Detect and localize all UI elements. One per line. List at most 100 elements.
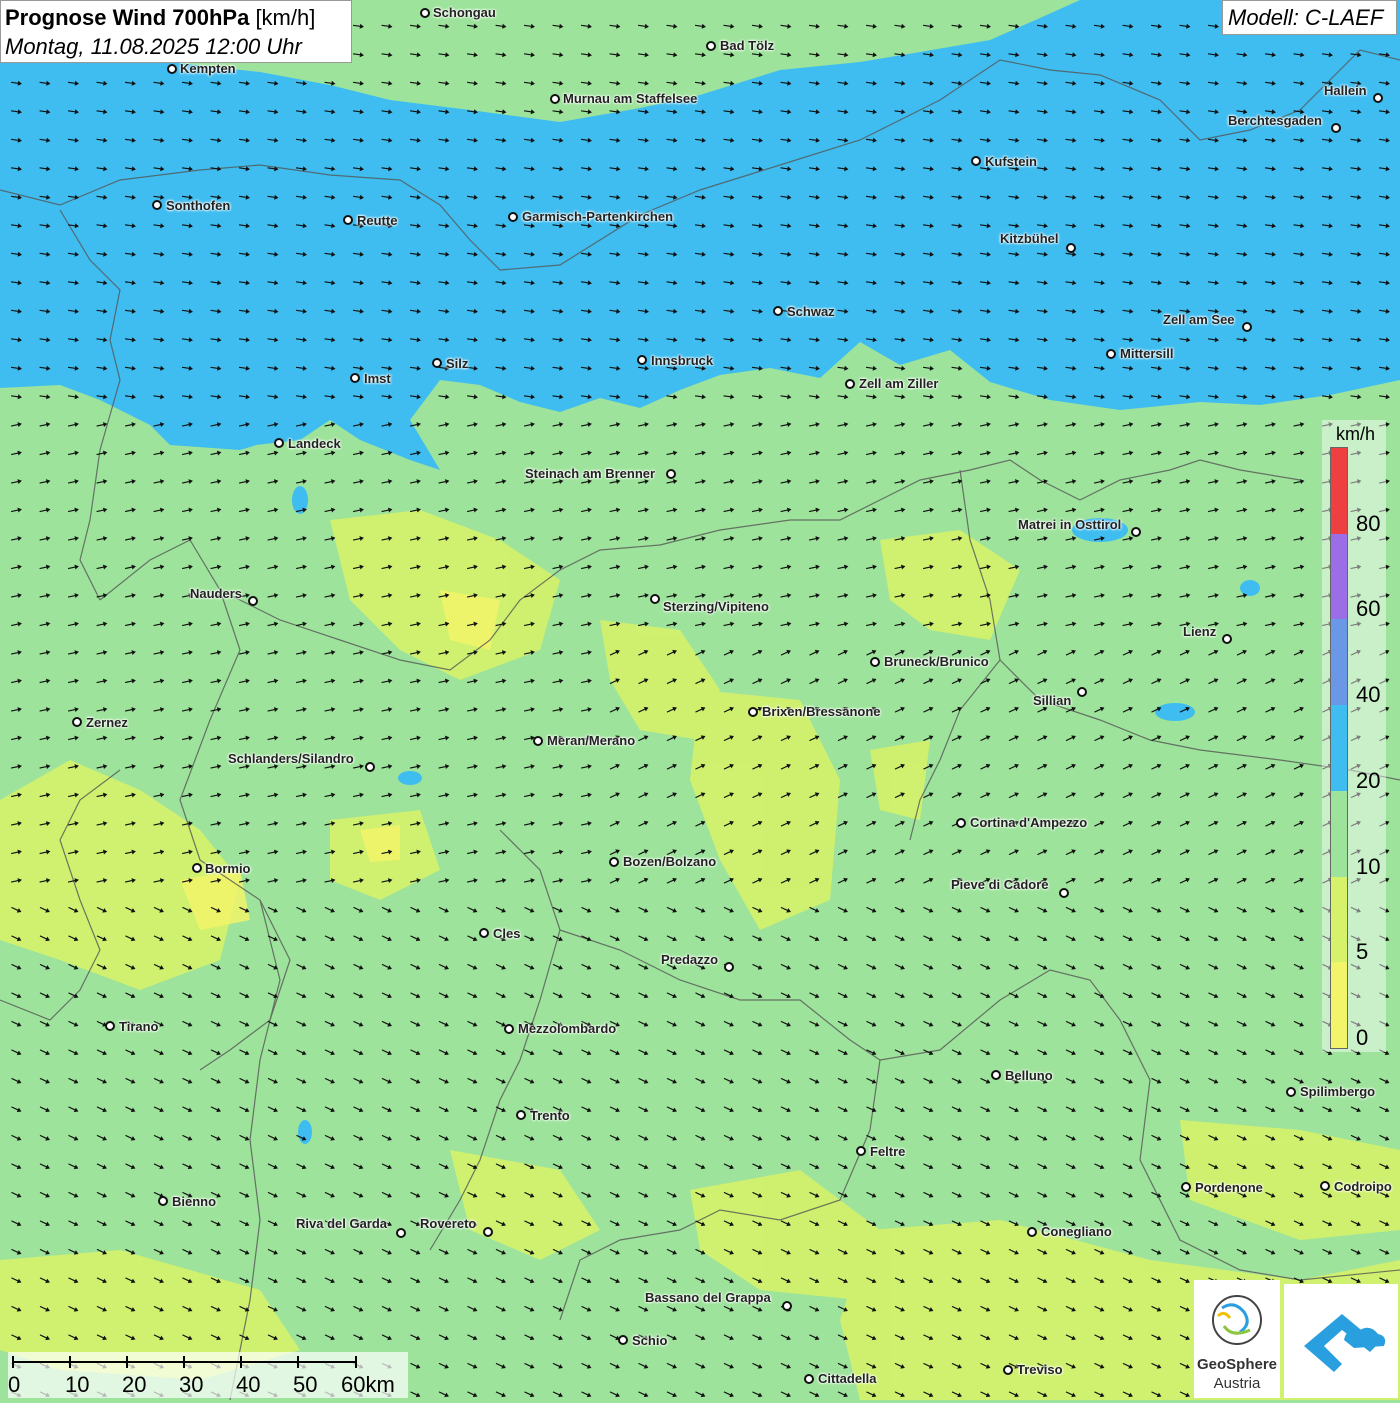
city-marker [650,594,660,604]
geosphere-name: GeoSphere [1196,1356,1278,1373]
scale-label: 20 [122,1372,147,1397]
city-marker [1077,687,1087,697]
city-label: Matrei in Osttirol [1018,517,1122,532]
legend-label: 0 [1356,1025,1369,1050]
city-label: Schwaz [787,304,835,319]
city-marker [508,212,518,222]
city-label: Cles [493,926,521,941]
city-marker [845,379,855,389]
legend-label: 80 [1356,510,1381,536]
city-label: Spilimbergo [1300,1084,1376,1099]
city-marker [666,469,676,479]
city-label: Cittadella [818,1371,877,1386]
scale-label: 10 [65,1372,90,1397]
color-legend: km/h 0 5 10 20 40 60 80 [1322,420,1386,1052]
city-label: Bassano del Grappa [645,1290,771,1305]
city-marker [1373,93,1383,103]
city-marker [1181,1182,1191,1192]
legend-band [1331,705,1347,791]
geosphere-swirl-icon [1212,1295,1262,1345]
city-marker [1286,1087,1296,1097]
city-label: Pieve di Cadore [951,877,1049,892]
city-marker [706,41,716,51]
legend-label: 10 [1356,853,1381,879]
forecast-datetime: Montag, 11.08.2025 12:00 Uhr [5,34,302,59]
city-label: Treviso [1017,1362,1063,1377]
city-marker [956,818,966,828]
city-marker [1331,123,1341,133]
legend-label: 40 [1356,682,1381,708]
city-marker [479,928,489,938]
legend-band [1331,962,1347,1048]
city-label: Reutte [357,213,398,228]
city-label: Sterzing/Vipiteno [663,599,769,614]
city-marker [550,94,560,104]
city-label: Rovereto [420,1216,477,1231]
city-marker [167,64,177,74]
city-label: Lienz [1183,624,1217,639]
city-marker [991,1070,1001,1080]
city-marker [748,707,758,717]
scale-label: 30 [179,1372,204,1397]
city-marker [1242,322,1252,332]
geosphere-subtitle: Austria [1213,1375,1261,1392]
city-label: Trento [530,1108,570,1123]
city-label: Riva del Garda [296,1216,388,1231]
city-marker [637,355,647,365]
city-marker [618,1335,628,1345]
city-marker [516,1110,526,1120]
city-label: Conegliano [1041,1224,1112,1239]
scale-label: 50 [293,1372,318,1397]
city-label: Bozen/Bolzano [623,854,717,869]
city-marker [420,8,430,18]
city-label: Garmisch-Partenkirchen [522,209,674,224]
city-label: Cortina d'Ampezzo [970,815,1088,830]
city-label: Hallein [1324,83,1367,98]
city-label: Berchtesgaden [1228,113,1322,128]
city-label: Zell am See [1163,312,1235,327]
city-marker [483,1227,493,1237]
city-label: Feltre [870,1144,906,1159]
city-marker [1066,243,1076,253]
city-label: Mittersill [1120,346,1174,361]
city-marker [343,215,353,225]
city-marker [1131,527,1141,537]
legend-band [1331,533,1347,620]
legend-band [1331,448,1347,534]
city-marker [1027,1227,1037,1237]
city-label: Innsbruck [651,353,714,368]
city-marker [274,438,284,448]
city-marker [870,657,880,667]
city-marker [533,736,543,746]
city-label: Meran/Merano [547,733,636,748]
city-marker [105,1021,115,1031]
title-panel: Prognose Wind 700hPa [km/h] Montag, 11.0… [0,0,352,63]
city-marker [804,1374,814,1384]
city-label: Schlanders/Silandro [228,751,354,766]
city-label: Silz [446,356,469,371]
city-label: Kufstein [985,154,1037,169]
geosphere-logo: GeoSphere Austria [1194,1280,1280,1398]
city-marker [609,857,619,867]
legend-band [1331,619,1347,706]
legend-band [1331,876,1347,963]
city-label: Bad Tölz [720,38,775,53]
mountain-cloud-icon [1304,1314,1386,1372]
city-marker [971,156,981,166]
city-marker [504,1024,514,1034]
city-label: Imst [364,371,391,386]
city-marker [1106,349,1116,359]
city-label: Codroipo [1334,1179,1392,1194]
city-marker [1320,1181,1330,1191]
scale-bar: 0 10 20 30 40 50 60km [8,1352,408,1398]
city-label: Schongau [433,5,496,20]
legend-label: 5 [1356,939,1369,965]
city-marker [365,762,375,772]
city-marker [773,306,783,316]
city-label: Belluno [1005,1068,1053,1083]
city-marker [158,1196,168,1206]
scale-label: 60km [341,1372,395,1397]
city-label: Bormio [205,861,251,876]
city-marker [724,962,734,972]
city-label: Steinach am Brenner [525,466,656,481]
